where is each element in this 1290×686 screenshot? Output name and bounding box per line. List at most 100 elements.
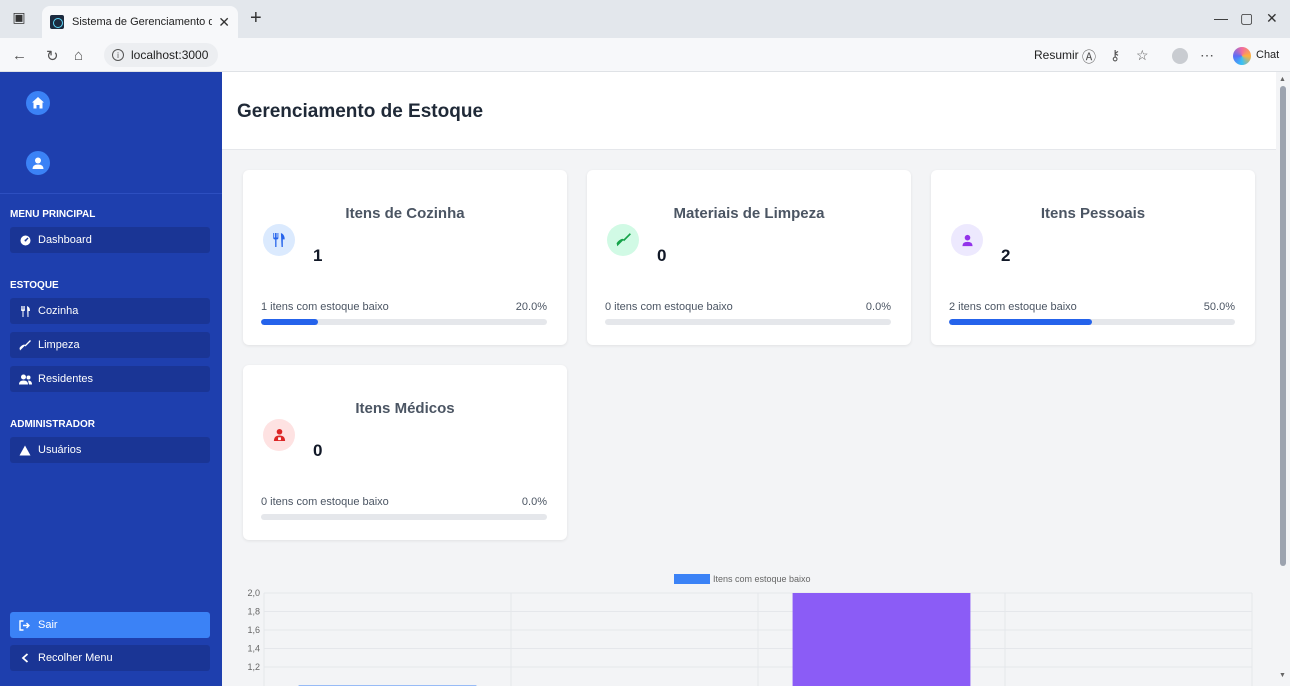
card-count: 2	[1001, 246, 1011, 265]
progress-fill	[949, 319, 1092, 325]
sidebar-item-cozinha[interactable]: Cozinha	[10, 298, 210, 324]
card-count: 0	[313, 441, 323, 460]
sidebar-divider	[0, 193, 222, 194]
card-percentage: 20.0%	[515, 301, 547, 313]
chat-button[interactable]: Chat	[1256, 49, 1279, 61]
page-title: Gerenciamento de Estoque	[237, 101, 484, 122]
progress-fill	[261, 319, 319, 325]
sidebar-item-label: Dashboard	[38, 234, 92, 246]
broom-icon	[18, 339, 32, 351]
url-text: localhost:3000	[131, 48, 209, 62]
react-favicon-icon	[50, 15, 64, 29]
card-itens-cozinha[interactable]: Itens de Cozinha 1 1 itens com estoque b…	[243, 170, 567, 345]
sidebar-item-dashboard[interactable]: Dashboard	[10, 227, 210, 253]
users-icon	[18, 374, 32, 385]
main-content: Gerenciamento de Estoque Itens de Cozinh…	[222, 72, 1276, 686]
chart-grid: 2,0 1,8 1,6 1,4 1,2	[247, 588, 1253, 686]
section-estoque: ESTOQUE	[10, 280, 59, 291]
card-low-stock-note: 2 itens com estoque baixo	[949, 301, 1077, 313]
low-stock-bar-chart: Itens com estoque baixo 2,0 1,8 1,6 1,4 1,2	[247, 574, 1253, 686]
scroll-up-icon[interactable]: ▲	[1279, 76, 1286, 83]
sidebar: MENU PRINCIPAL Dashboard ESTOQUE Cozinha…	[0, 72, 222, 686]
card-icon-wrapper	[263, 419, 295, 451]
progress-bar	[949, 319, 1235, 325]
tab-title: Sistema de Gerenciamento de Est	[72, 16, 213, 28]
chevron-left-icon	[18, 653, 32, 663]
logout-label: Sair	[38, 619, 58, 631]
page-header: Gerenciamento de Estoque	[222, 72, 1276, 150]
sign-out-icon	[18, 619, 32, 631]
sidebar-item-limpeza[interactable]: Limpeza	[10, 332, 210, 358]
utensils-icon	[18, 305, 32, 317]
home-nav-button[interactable]	[26, 91, 50, 115]
site-info-icon[interactable]: i	[112, 49, 124, 61]
sidebar-item-label: Usuários	[38, 444, 82, 456]
card-itens-pessoais[interactable]: Itens Pessoais 2 2 itens com estoque bai…	[931, 170, 1255, 345]
sidebar-item-label: Limpeza	[38, 339, 80, 351]
password-key-icon[interactable]: ⚷	[1110, 47, 1120, 64]
card-title: Itens de Cozinha	[345, 205, 465, 222]
card-title: Itens Pessoais	[1040, 205, 1146, 222]
progress-bar	[605, 319, 891, 325]
progress-bar	[261, 514, 547, 520]
collapse-menu-button[interactable]: Recolher Menu	[10, 645, 210, 671]
gauge-icon	[18, 235, 32, 246]
legend-swatch	[674, 574, 710, 584]
card-itens-medicos[interactable]: Itens Médicos 0 0 itens com estoque baix…	[243, 365, 567, 540]
scroll-thumb[interactable]	[1280, 86, 1286, 566]
chart-bar[interactable]	[792, 593, 971, 686]
address-bar: ← ↻ ⌂ i localhost:3000 Resumir Ⓐ ⚷ ☆ ⋯ C…	[0, 38, 1290, 72]
home-icon	[32, 97, 44, 109]
card-low-stock-note: 0 itens com estoque baixo	[261, 496, 389, 508]
card-icon-wrapper	[951, 224, 983, 256]
refresh-icon[interactable]: ↻	[46, 47, 59, 65]
card-title: Materiais de Limpeza	[673, 205, 825, 222]
sidebar-toggle-icon[interactable]: ▣	[8, 6, 30, 28]
warning-icon	[18, 445, 32, 456]
y-tick-label: 1,2	[247, 662, 260, 672]
card-count: 0	[657, 246, 667, 265]
y-tick-label: 1,6	[247, 625, 260, 635]
favorite-star-icon[interactable]: ☆	[1136, 47, 1149, 64]
user-doctor-icon	[273, 428, 285, 442]
more-options-icon[interactable]: ⋯	[1200, 47, 1214, 64]
card-percentage: 0.0%	[865, 301, 891, 313]
user-icon	[961, 234, 973, 246]
resumir-button[interactable]: Resumir	[1034, 48, 1079, 62]
scroll-down-icon[interactable]: ▼	[1279, 672, 1286, 679]
page-scrollbar[interactable]: ▲ ▼	[1276, 72, 1290, 686]
close-window-icon[interactable]: ✕	[1266, 10, 1278, 27]
home-icon[interactable]: ⌂	[74, 47, 83, 64]
y-tick-label: 1,4	[247, 644, 260, 654]
back-icon[interactable]: ←	[12, 47, 27, 64]
card-icon-wrapper	[607, 224, 639, 256]
card-percentage: 0.0%	[521, 496, 547, 508]
card-materiais-limpeza[interactable]: Materiais de Limpeza 0 0 itens com estoq…	[587, 170, 911, 345]
card-low-stock-note: 0 itens com estoque baixo	[605, 301, 733, 313]
section-menu-principal: MENU PRINCIPAL	[10, 209, 96, 220]
utensils-icon	[273, 233, 285, 247]
user-icon	[32, 157, 44, 169]
minimize-icon[interactable]: —	[1214, 10, 1228, 26]
sidebar-item-label: Cozinha	[38, 305, 79, 317]
restore-icon[interactable]: ▢	[1240, 10, 1253, 27]
sidebar-item-residentes[interactable]: Residentes	[10, 366, 210, 392]
logout-button[interactable]: Sair	[10, 612, 210, 638]
legend-label: Itens com estoque baixo	[713, 574, 811, 584]
progress-bar	[261, 319, 547, 325]
y-tick-label: 2,0	[247, 588, 260, 598]
url-field[interactable]: i localhost:3000	[104, 43, 219, 67]
copilot-icon[interactable]	[1233, 47, 1251, 65]
browser-tab-bar: ▣ Sistema de Gerenciamento de Est ✕ + — …	[0, 0, 1290, 38]
read-aloud-icon[interactable]: Ⓐ	[1082, 47, 1096, 67]
sidebar-item-usuarios[interactable]: Usuários	[10, 437, 210, 463]
section-administrador: ADMINISTRADOR	[10, 419, 95, 430]
browser-tab[interactable]: Sistema de Gerenciamento de Est ✕	[42, 6, 238, 38]
card-icon-wrapper	[263, 224, 295, 256]
close-tab-icon[interactable]: ✕	[218, 14, 230, 31]
sidebar-item-label: Residentes	[38, 373, 94, 385]
profile-avatar-icon[interactable]	[1172, 48, 1188, 64]
card-percentage: 50.0%	[1203, 301, 1235, 313]
new-tab-icon[interactable]: +	[250, 7, 262, 30]
profile-nav-button[interactable]	[26, 151, 50, 175]
